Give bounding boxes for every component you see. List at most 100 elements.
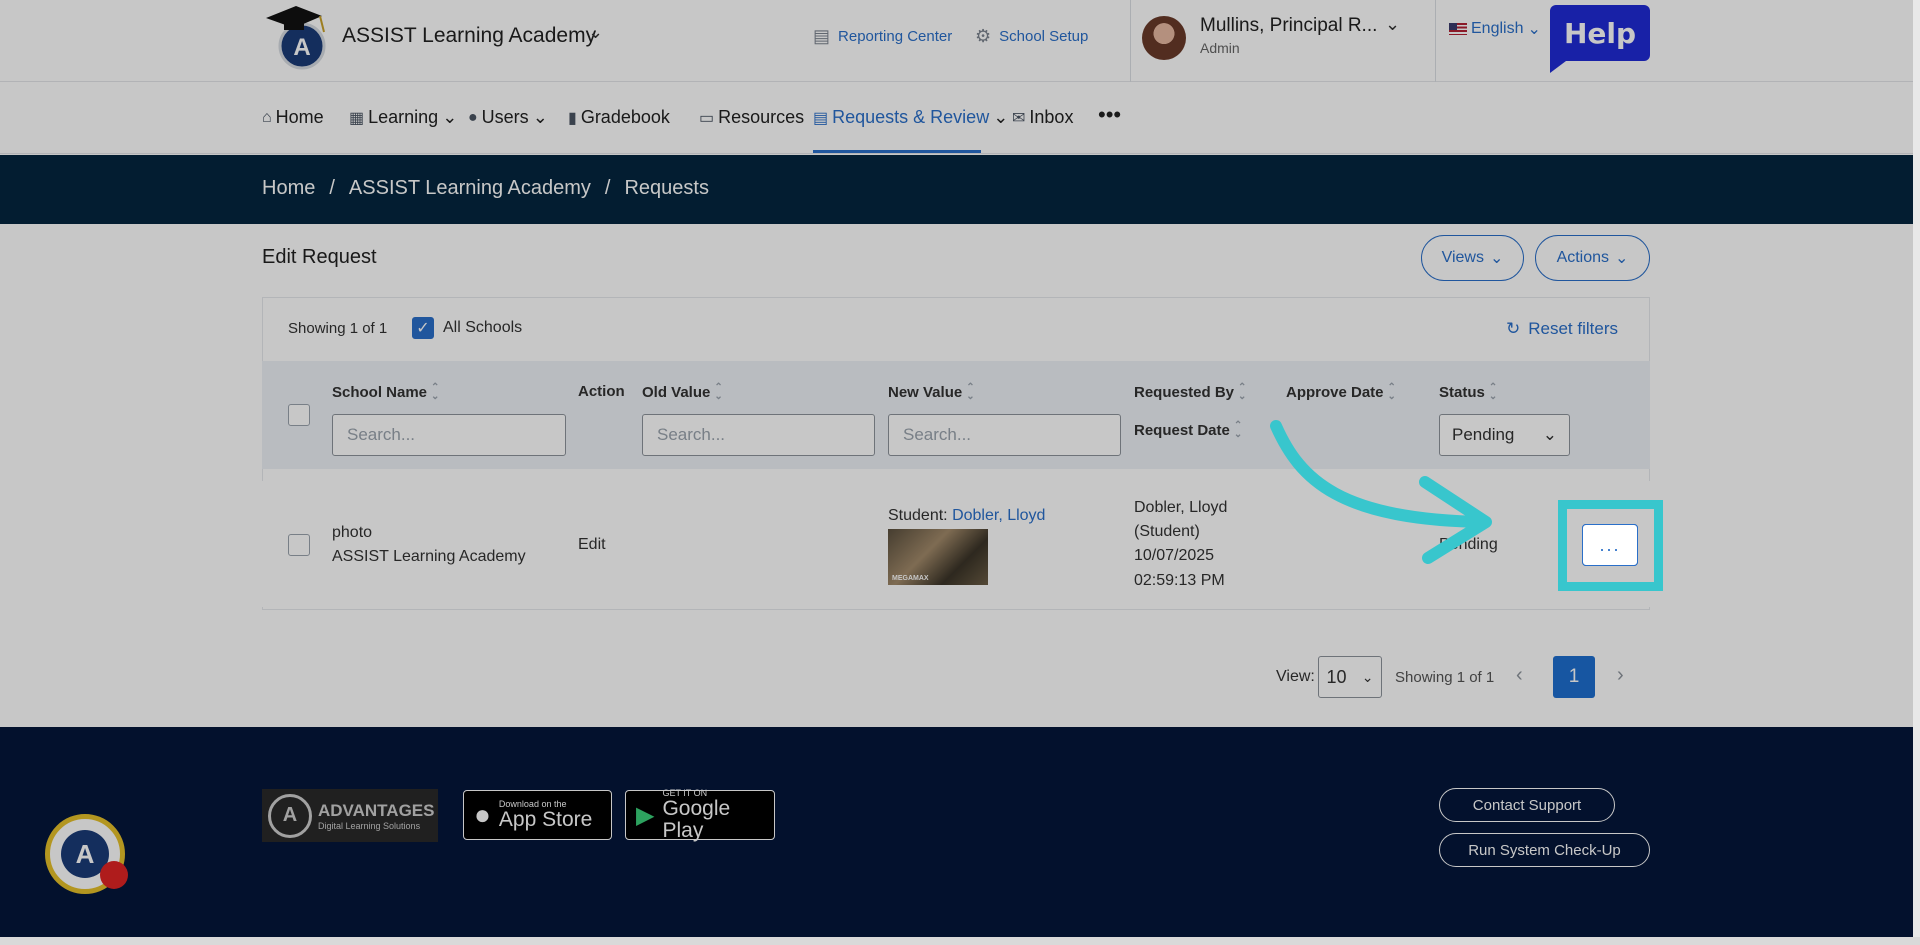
breadcrumb-school[interactable]: ASSIST Learning Academy	[349, 177, 591, 200]
user-name[interactable]: Mullins, Principal R...	[1200, 15, 1377, 37]
nav-gradebook[interactable]: ▮ Gradebook	[568, 107, 670, 128]
run-system-check-button[interactable]: Run System Check-Up	[1439, 833, 1650, 867]
view-label: View:	[1276, 668, 1315, 685]
breadcrumb-home[interactable]: Home	[262, 177, 315, 200]
page-size-select[interactable]: 10 ⌄	[1318, 656, 1382, 698]
column-header-request-date[interactable]: Request Date ⌃ ⌄	[1134, 420, 1243, 440]
page-number-button[interactable]: 1	[1553, 656, 1595, 698]
all-schools-label: All Schools	[443, 319, 523, 336]
advantages-logo[interactable]: A ADVANTAGES Digital Learning Solutions	[262, 789, 438, 842]
chevron-down-icon: ⌄	[1615, 250, 1629, 267]
monitor-icon: ▭	[699, 109, 715, 127]
scrollbar[interactable]	[1913, 0, 1920, 945]
chevron-down-icon[interactable]: ⌄	[1385, 14, 1400, 35]
chevron-down-icon: ⌄	[532, 107, 548, 127]
google-play-badge[interactable]: ▶ GET IT ON Google Play	[625, 788, 775, 842]
row-field: photo	[332, 524, 373, 541]
top-header: A ASSIST Learning Academy ⌄ ▤ Reporting …	[0, 0, 1920, 82]
sort-icon: ⌃ ⌄	[714, 382, 723, 402]
chevron-down-icon[interactable]: ⌄	[588, 22, 603, 43]
contact-support-button[interactable]: Contact Support	[1439, 788, 1615, 822]
us-flag-icon	[1449, 23, 1467, 35]
language-selector[interactable]: English ⌄	[1449, 19, 1541, 39]
row-more-actions-button-highlighted[interactable]: ...	[1582, 524, 1638, 566]
avatar[interactable]	[1142, 16, 1186, 60]
views-button[interactable]: Views ⌄	[1421, 235, 1524, 281]
learning-icon: ▦	[349, 109, 365, 127]
row-checkbox[interactable]	[288, 534, 310, 556]
chevron-down-icon: ⌄	[1542, 425, 1557, 444]
chevron-down-icon: ⌄	[1527, 21, 1541, 38]
app-store-badge[interactable]: ● Download on the App Store	[463, 790, 612, 840]
sort-icon: ⌃ ⌄	[1233, 420, 1243, 440]
row-action: Edit	[578, 536, 606, 553]
breadcrumb-separator: /	[604, 177, 611, 199]
prev-page-icon[interactable]: ‹	[1516, 664, 1523, 687]
reporting-center-link[interactable]: ▤ Reporting Center	[813, 26, 952, 47]
all-schools-checkbox[interactable]: ✓	[412, 317, 434, 339]
school-name[interactable]: ASSIST Learning Academy	[342, 24, 596, 48]
student-photo-thumbnail[interactable]: MEGAMAX	[888, 529, 988, 585]
column-header-school-name[interactable]: School Name ⌃ ⌄	[332, 382, 440, 402]
home-icon: ⌂	[262, 108, 272, 126]
row-new-value: Student: Dobler, Lloyd	[888, 507, 1046, 524]
nav-users[interactable]: ● Users ⌄	[468, 107, 548, 128]
main-nav: ⌂ Home ▦ Learning ⌄ ● Users ⌄ ▮ Gradeboo…	[0, 82, 1920, 154]
chevron-down-icon: ⌄	[1361, 668, 1374, 685]
nav-inbox[interactable]: ✉ Inbox	[1012, 107, 1073, 128]
column-header-old-value[interactable]: Old Value ⌃ ⌄	[642, 382, 723, 402]
reset-filters-button[interactable]: ↻ Reset filters	[1506, 319, 1618, 339]
document-icon: ▤	[813, 26, 831, 46]
column-header-approve-date[interactable]: Approve Date ⌃ ⌄	[1286, 383, 1396, 402]
next-page-icon[interactable]: ›	[1617, 664, 1624, 687]
school-name-search-input[interactable]: Search...	[332, 414, 566, 456]
mail-icon: ✉	[1012, 109, 1026, 127]
new-value-search-input[interactable]: Search...	[888, 414, 1121, 456]
page-title: Edit Request	[262, 246, 377, 268]
nav-requests-review[interactable]: ▤ Requests & Review ⌄	[813, 107, 1008, 128]
row-request-date: 10/07/2025	[1134, 547, 1215, 564]
notification-dot	[100, 861, 128, 889]
chevron-down-icon: ⌄	[993, 107, 1009, 127]
school-logo[interactable]: A	[262, 2, 332, 70]
chevron-down-icon: ⌄	[1489, 250, 1504, 267]
old-value-search-input[interactable]: Search...	[642, 414, 875, 456]
row-request-time: 02:59:13 PM	[1134, 572, 1225, 589]
play-icon: ▶	[636, 801, 655, 829]
help-button[interactable]: Help	[1550, 5, 1650, 73]
app-store-text: Download on the App Store	[498, 799, 593, 831]
column-header-status[interactable]: Status ⌃ ⌄	[1439, 383, 1497, 402]
apple-icon: ●	[474, 799, 491, 830]
clipboard-icon: ▤	[813, 109, 829, 127]
thumbnail-watermark: MEGAMAX	[892, 575, 929, 582]
svg-text:A: A	[293, 34, 310, 61]
bottom-edge	[0, 937, 1920, 945]
row-requested-role: (Student)	[1134, 523, 1200, 540]
pagination-showing: Showing 1 of 1	[1395, 669, 1495, 686]
row-requested-by: Dobler, Lloyd	[1134, 499, 1228, 516]
student-link[interactable]: Dobler, Lloyd	[952, 507, 1045, 524]
select-all-checkbox[interactable]	[288, 404, 310, 426]
more-nav-button[interactable]: •••	[1098, 102, 1121, 128]
divider	[1435, 0, 1436, 82]
user-role: Admin	[1200, 40, 1240, 56]
sort-icon: ⌃ ⌄	[431, 382, 440, 402]
nav-learning[interactable]: ▦ Learning ⌄	[349, 107, 457, 128]
chevron-down-icon: ⌄	[442, 107, 458, 127]
column-header-requested-by[interactable]: Requested By ⌃ ⌄	[1134, 382, 1247, 402]
nav-home[interactable]: ⌂ Home	[262, 107, 324, 128]
book-icon: ▮	[568, 109, 577, 127]
gear-icon: ⚙	[975, 26, 992, 46]
school-setup-link[interactable]: ⚙ School Setup	[975, 26, 1088, 47]
advantages-text: ADVANTAGES Digital Learning Solutions	[318, 800, 435, 831]
showing-count: Showing 1 of 1	[288, 320, 388, 337]
advantages-icon: A	[268, 793, 312, 838]
nav-resources[interactable]: ▭ Resources	[699, 107, 804, 128]
breadcrumb-bar: Home / ASSIST Learning Academy / Request…	[0, 155, 1920, 224]
sort-icon: ⌃ ⌄	[1238, 382, 1247, 402]
active-tab-indicator	[813, 150, 981, 153]
reset-icon: ↻	[1506, 319, 1521, 338]
actions-button[interactable]: Actions ⌄	[1535, 235, 1650, 281]
column-header-new-value[interactable]: New Value ⌃ ⌄	[888, 383, 975, 402]
column-header-action: Action	[578, 383, 625, 400]
